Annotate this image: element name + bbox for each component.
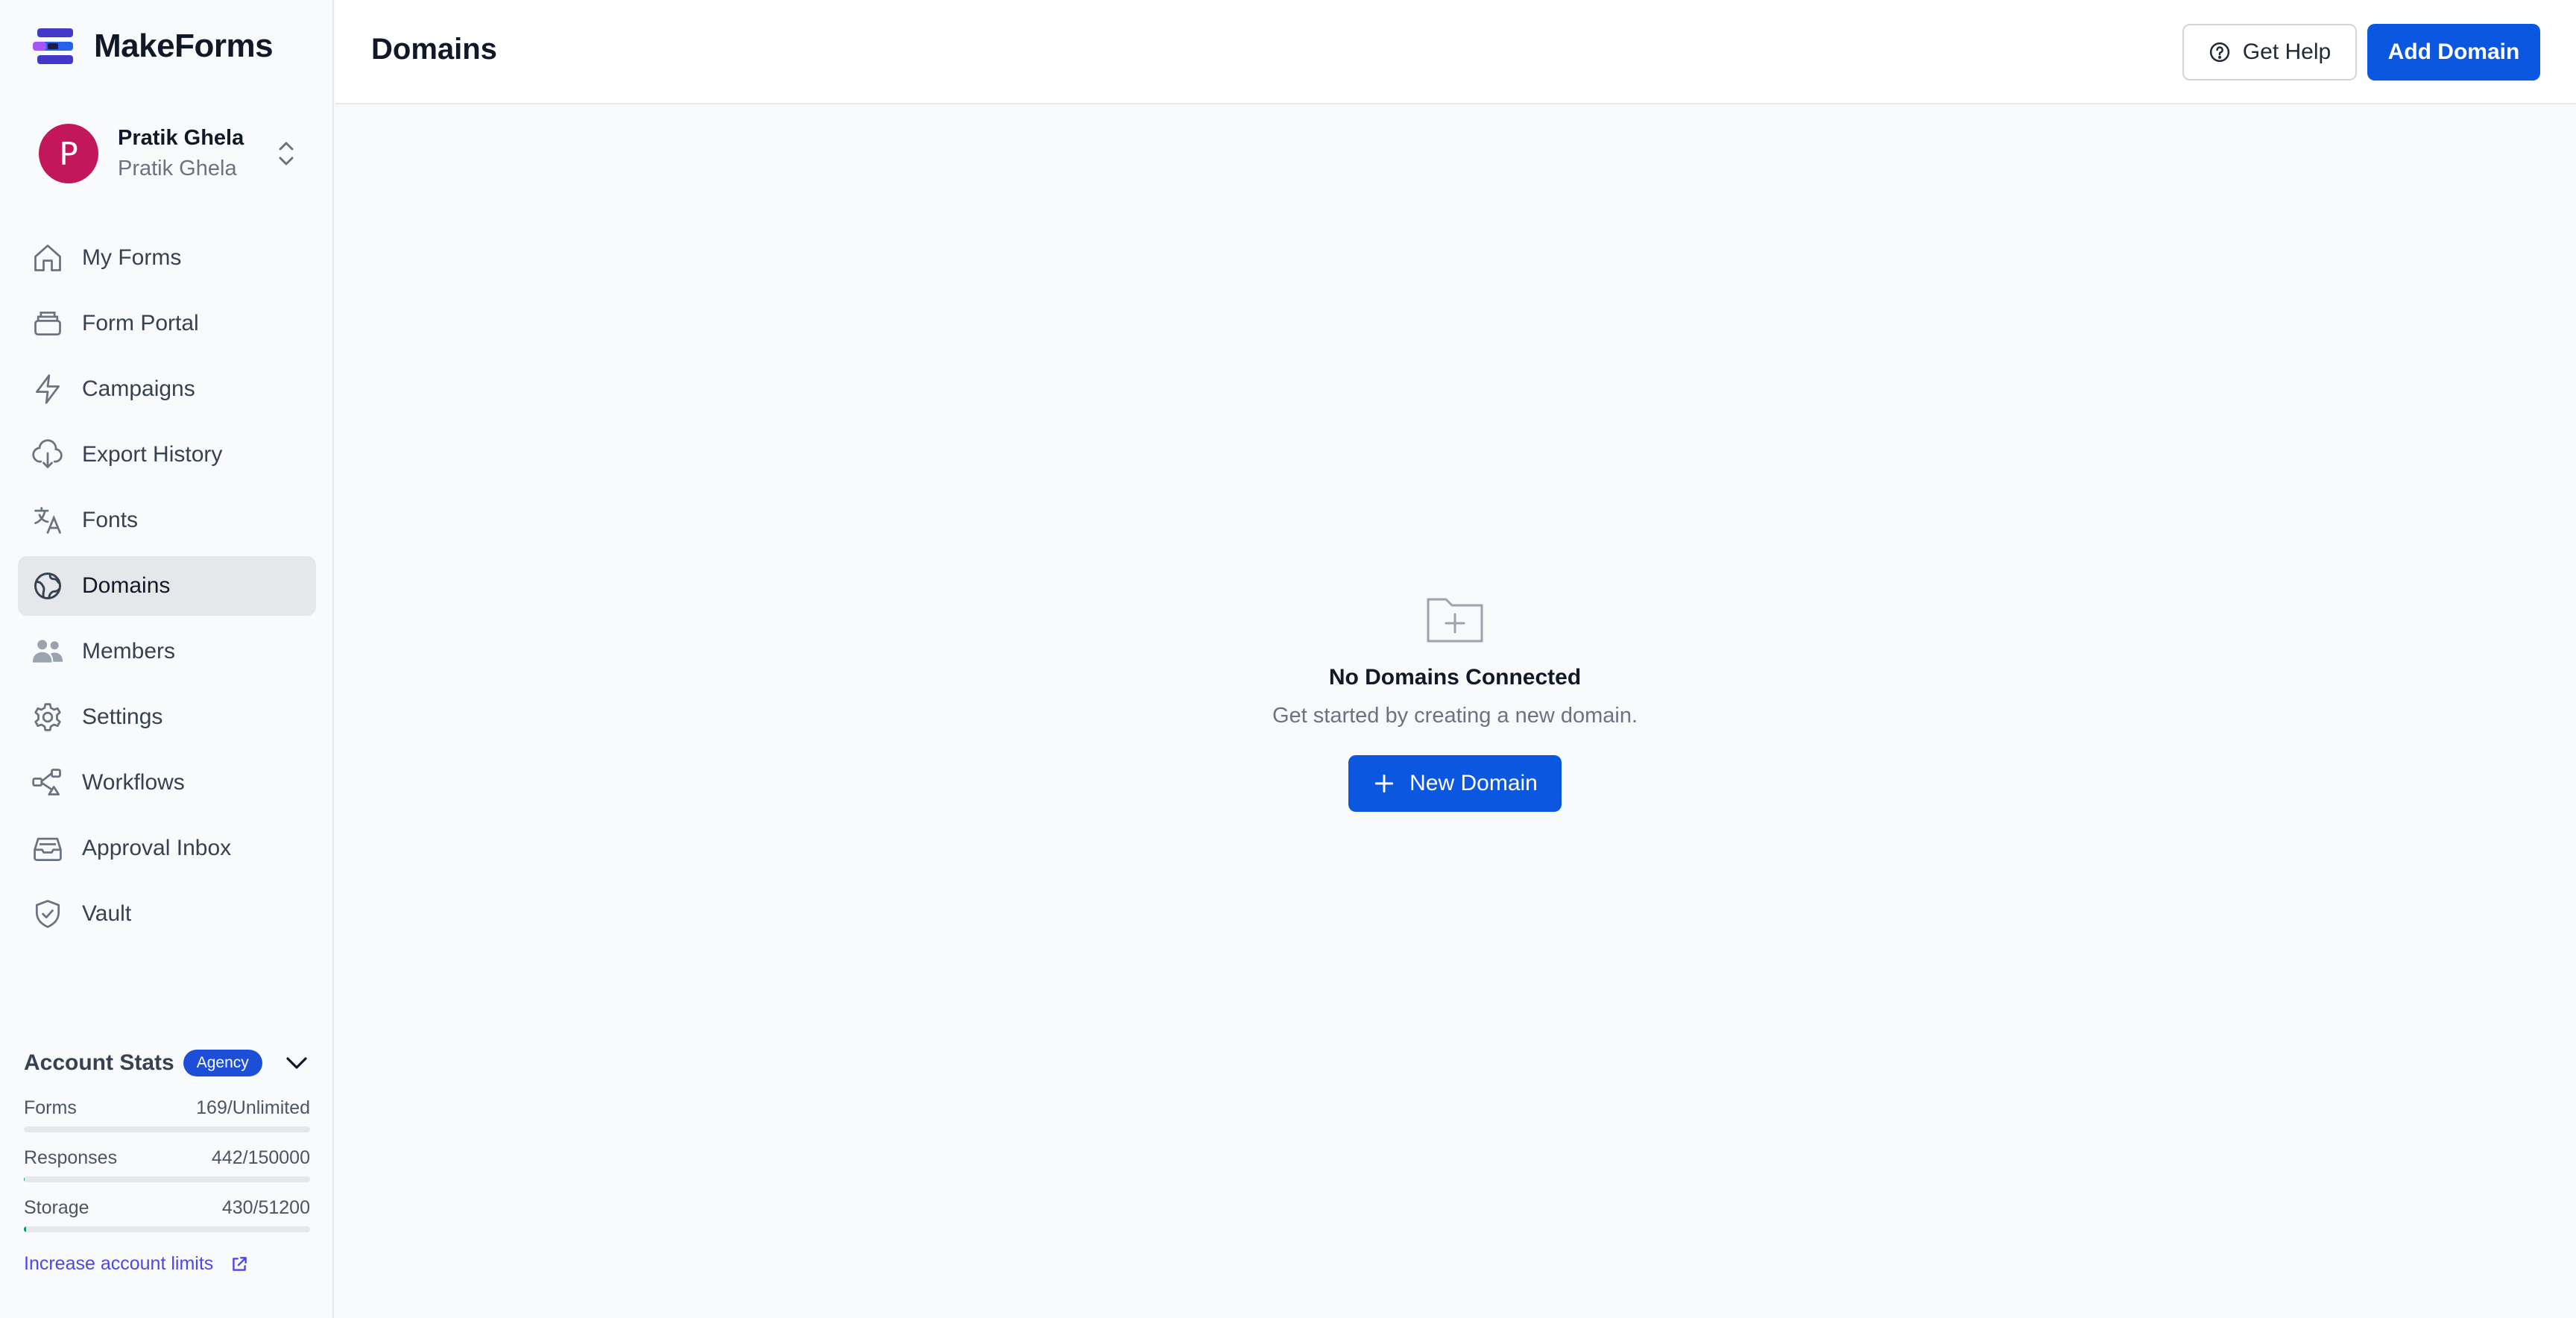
folder-plus-icon: [1427, 598, 1483, 643]
sidebar-item-vault[interactable]: Vault: [18, 884, 316, 944]
sidebar-item-export-history[interactable]: Export History: [18, 425, 316, 485]
new-domain-label: New Domain: [1409, 771, 1538, 795]
get-help-label: Get Help: [2242, 40, 2332, 64]
sidebar-item-form-portal[interactable]: Form Portal: [18, 294, 316, 353]
sidebar-item-workflows[interactable]: Workflows: [18, 753, 316, 813]
empty-state-description: Get started by creating a new domain.: [1272, 704, 1638, 728]
translate-icon: [30, 502, 66, 538]
plan-badge: Agency: [183, 1050, 262, 1076]
sidebar-item-settings[interactable]: Settings: [18, 687, 316, 747]
profile-workspace: Pratik Ghela: [118, 157, 237, 180]
sidebar-item-label: My Forms: [82, 245, 182, 270]
sidebar-item-campaigns[interactable]: Campaigns: [18, 359, 316, 419]
brand[interactable]: MakeForms: [33, 27, 274, 66]
page-title: Domains: [371, 33, 497, 66]
help-icon: [2209, 42, 2229, 63]
shield-icon: [30, 896, 66, 932]
stat-label: Responses: [24, 1147, 118, 1168]
users-icon: [30, 634, 66, 669]
sidebar-item-label: Approval Inbox: [82, 836, 232, 860]
sidebar-item-label: Form Portal: [82, 311, 199, 335]
sidebar-item-label: Settings: [82, 704, 163, 729]
sidebar-nav: My Forms Form Portal Campaigns Export Hi…: [18, 228, 316, 950]
increase-limits-label: Increase account limits: [24, 1253, 214, 1274]
sidebar-item-my-forms[interactable]: My Forms: [18, 228, 316, 288]
progress-fill: [24, 1176, 25, 1182]
plus-icon: [1374, 774, 1394, 793]
progress-bar: [24, 1176, 310, 1182]
chevron-down-icon[interactable]: [283, 1050, 310, 1076]
workspace-switcher[interactable]: P Pratik Ghela Pratik Ghela: [18, 109, 316, 198]
chevron-up-down-icon: [279, 142, 294, 165]
top-header: Domains Get Help Add Domain: [335, 0, 2576, 104]
stat-responses: Responses 442/150000: [24, 1147, 310, 1182]
portal-icon: [30, 306, 66, 341]
globe-icon: [30, 568, 66, 604]
sidebar-item-label: Campaigns: [82, 376, 195, 401]
bolt-icon: [30, 371, 66, 407]
workflow-icon: [30, 765, 66, 801]
increase-limits-link[interactable]: Increase account limits: [24, 1253, 310, 1275]
cloud-download-icon: [30, 437, 66, 473]
brand-name: MakeForms: [94, 28, 274, 64]
account-stats: Account Stats Agency Forms 169/Unlimited…: [24, 1044, 310, 1275]
account-stats-title: Account Stats: [24, 1050, 174, 1075]
sidebar: MakeForms P Pratik Ghela Pratik Ghela My…: [0, 0, 334, 1318]
stat-value: 430/51200: [221, 1197, 310, 1218]
sidebar-item-approval-inbox[interactable]: Approval Inbox: [18, 819, 316, 878]
stat-value: 169/Unlimited: [196, 1097, 310, 1118]
get-help-button[interactable]: Get Help: [2182, 24, 2357, 81]
stat-label: Forms: [24, 1097, 77, 1118]
sidebar-item-members[interactable]: Members: [18, 622, 316, 681]
home-icon: [30, 240, 66, 276]
gear-icon: [30, 699, 66, 735]
stat-storage: Storage 430/51200: [24, 1197, 310, 1232]
stat-forms: Forms 169/Unlimited: [24, 1097, 310, 1132]
sidebar-item-label: Fonts: [82, 508, 139, 532]
sidebar-item-label: Domains: [82, 573, 171, 598]
add-domain-label: Add Domain: [2387, 40, 2520, 64]
sidebar-item-label: Members: [82, 639, 176, 663]
avatar: P: [39, 124, 98, 183]
profile-name: Pratik Ghela: [118, 126, 244, 150]
progress-bar: [24, 1126, 310, 1132]
progress-fill: [24, 1226, 27, 1232]
progress-bar: [24, 1226, 310, 1232]
empty-state-title: No Domains Connected: [1328, 665, 1582, 690]
external-link-icon: [233, 1256, 247, 1271]
sidebar-item-label: Vault: [82, 901, 132, 926]
sidebar-item-fonts[interactable]: Fonts: [18, 491, 316, 550]
add-domain-button[interactable]: Add Domain: [2367, 24, 2540, 81]
sidebar-item-domains[interactable]: Domains: [18, 556, 316, 616]
stat-label: Storage: [24, 1197, 89, 1218]
makeforms-logo-icon: [33, 27, 78, 66]
sidebar-item-label: Workflows: [82, 770, 185, 795]
sidebar-item-label: Export History: [82, 442, 223, 467]
stat-value: 442/150000: [211, 1147, 310, 1168]
new-domain-button[interactable]: New Domain: [1348, 755, 1562, 812]
inbox-icon: [30, 830, 66, 866]
empty-state: No Domains Connected Get started by crea…: [1157, 589, 1753, 812]
